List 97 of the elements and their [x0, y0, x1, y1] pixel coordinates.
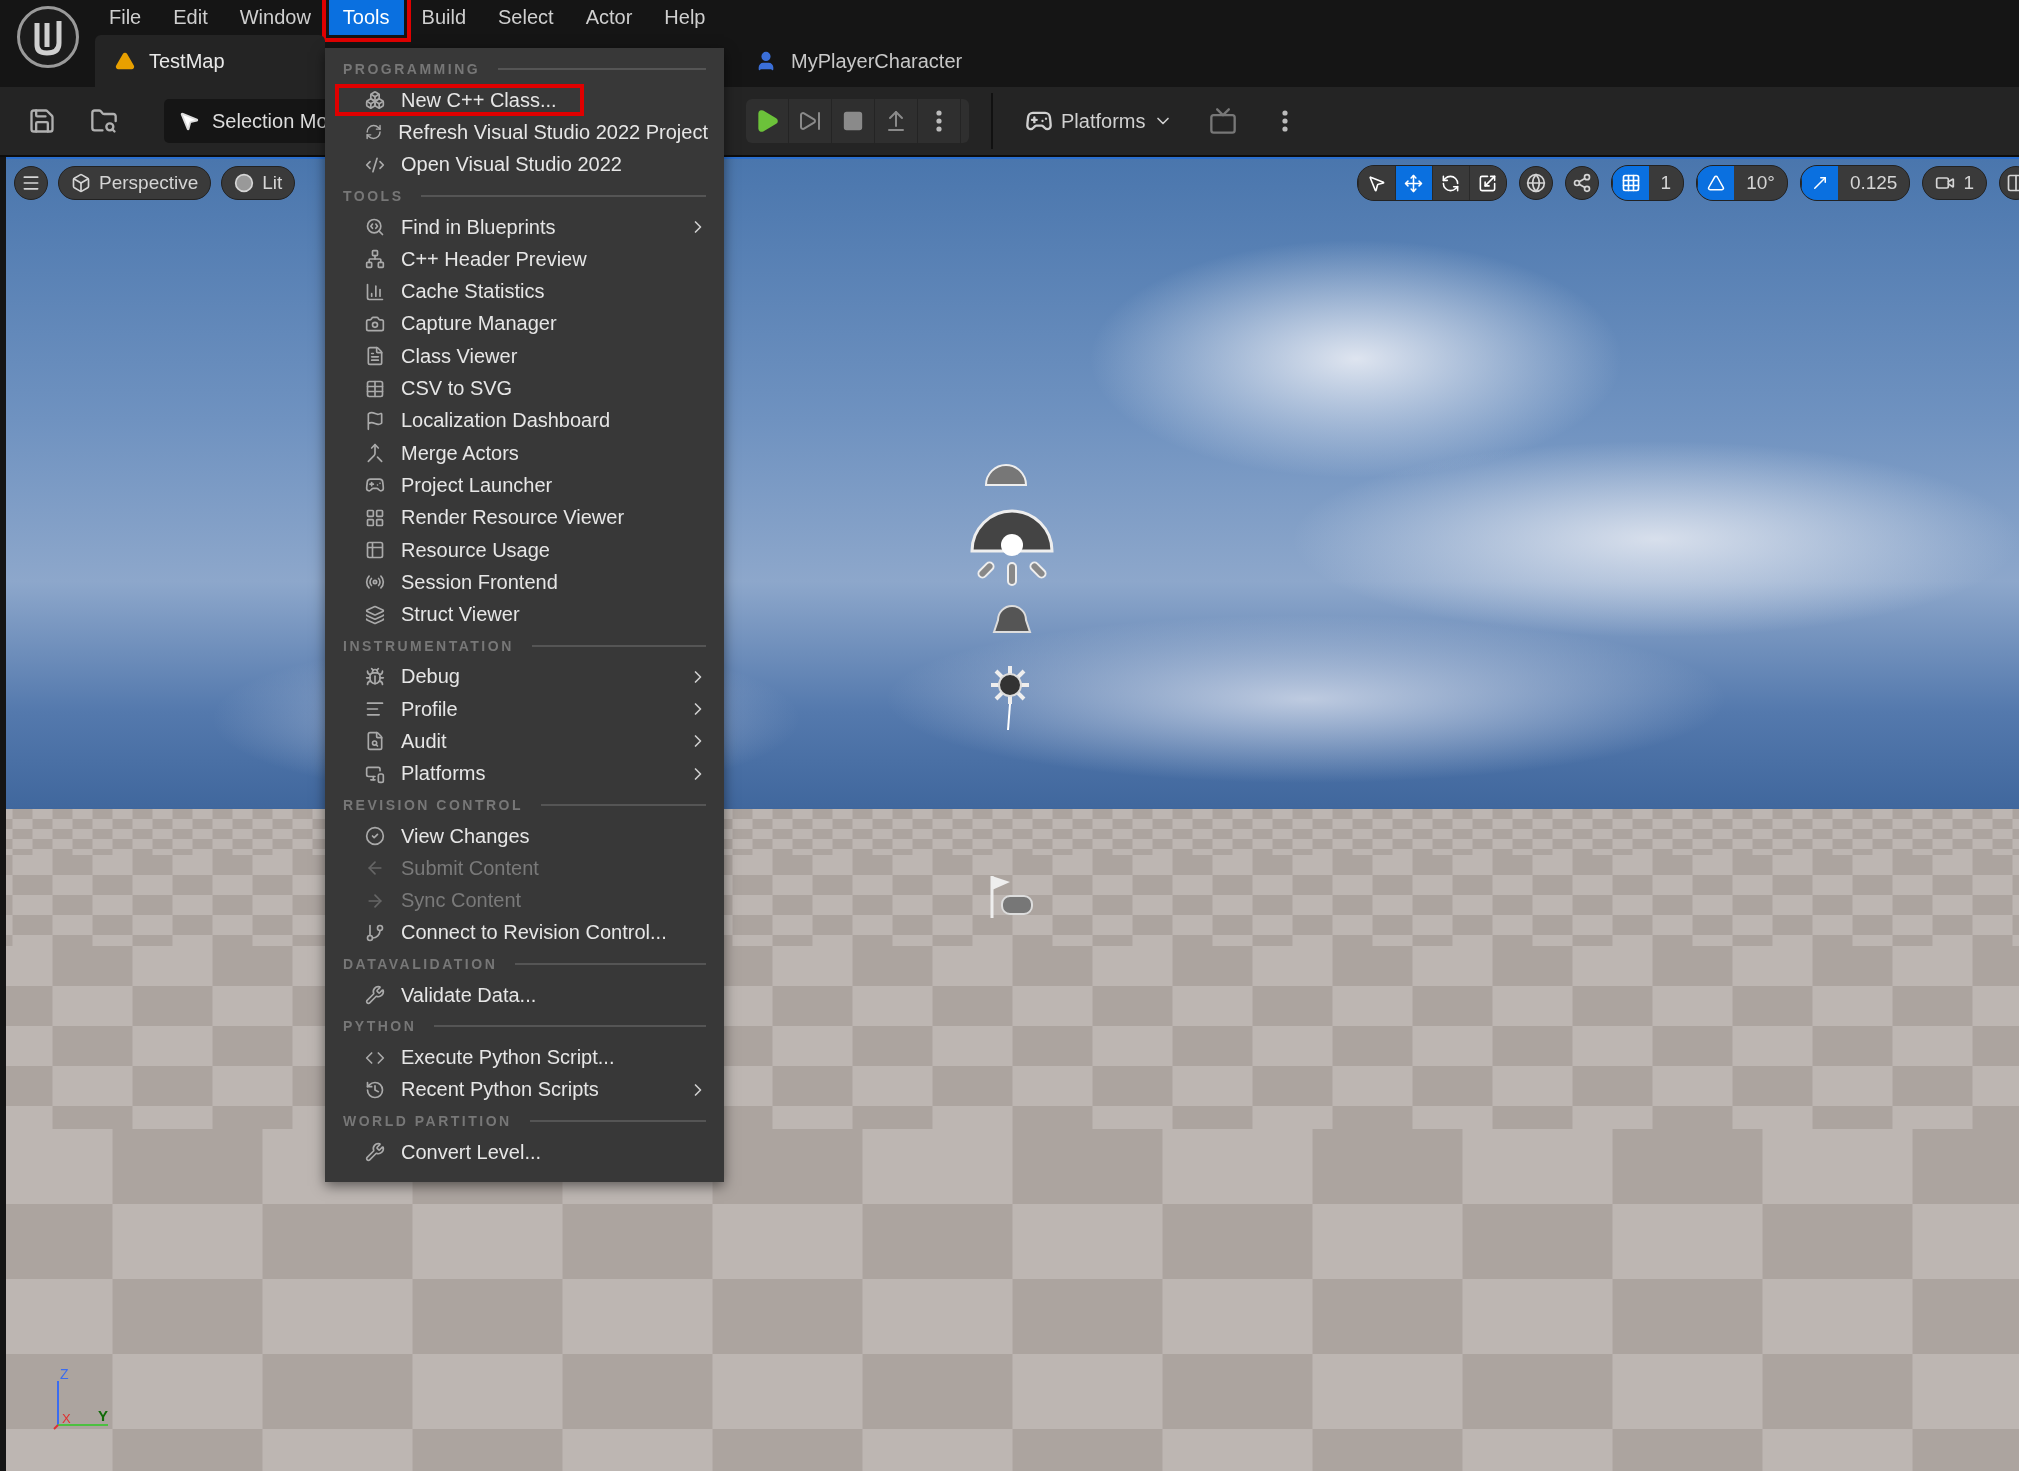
clock-icon [365, 1079, 385, 1100]
grid-icon [1620, 173, 1641, 193]
world-space-button[interactable] [1518, 166, 1553, 200]
snap-toggle[interactable] [1800, 166, 1838, 200]
folder-search-icon [90, 107, 118, 135]
snap-value[interactable]: 1 [1648, 166, 1684, 200]
menu-item[interactable]: Localization Dashboard [325, 404, 724, 437]
cube-icon [71, 173, 91, 193]
stop-icon [842, 110, 864, 132]
axis-gizmo-drawing: Z X Y [50, 1367, 114, 1431]
snap-toggle[interactable] [1611, 166, 1649, 200]
menu-item[interactable]: Debug [325, 660, 724, 694]
snap-value[interactable]: 0.125 [1837, 166, 1910, 200]
editor-tab[interactable]: MyPlayerCharacter [735, 35, 983, 87]
save-icon [28, 107, 56, 135]
perspective-button[interactable]: Perspective [58, 166, 212, 200]
menu-item[interactable]: Project Launcher [325, 469, 724, 502]
menu-item[interactable]: Render Resource Viewer [325, 501, 724, 534]
menu-item[interactable]: Class Viewer [325, 340, 724, 373]
bar-chart-icon [365, 281, 385, 302]
menu-item[interactable]: Find in Blueprints [325, 210, 724, 244]
bug-icon [365, 666, 385, 687]
file-search-icon [365, 731, 385, 752]
menu-item[interactable]: Platforms [325, 757, 724, 790]
section-header: DATAVALIDATION [343, 956, 498, 973]
sphere-icon [234, 173, 255, 193]
menu-item[interactable]: Audit [325, 725, 724, 758]
kebab-icon [936, 110, 942, 132]
player-start-icon [988, 874, 1034, 920]
menu-item[interactable]: Validate Data... [325, 979, 724, 1012]
menu-item[interactable]: View Changes [325, 819, 724, 853]
merge-icon [365, 443, 385, 464]
rotate-icon [1441, 173, 1461, 193]
viewport-menu-button[interactable] [14, 166, 48, 200]
angle-icon [1707, 174, 1726, 192]
menu-title[interactable]: Select [484, 0, 568, 35]
menu-item[interactable]: Execute Python Script... [325, 1041, 724, 1074]
menu-item[interactable]: Connect to Revision Control... [325, 916, 724, 950]
wrench-icon [365, 1142, 385, 1163]
menu-item[interactable]: Recent Python Scripts [325, 1073, 724, 1106]
table-icon [365, 540, 385, 560]
platforms-button[interactable]: Platforms [1015, 107, 1184, 135]
tv-icon [1209, 107, 1238, 135]
snap-toggle[interactable] [1697, 166, 1735, 200]
branch-icon [365, 922, 385, 943]
search-icon [365, 217, 385, 238]
section-header: PYTHON [343, 1018, 417, 1035]
kebab-icon [1282, 110, 1289, 132]
menu-icon [21, 173, 41, 193]
section-header: INSTRUMENTATION [343, 637, 514, 654]
table-icon [365, 378, 385, 399]
menu-item[interactable]: Struct Viewer [325, 598, 724, 631]
lit-button[interactable]: Lit [221, 166, 296, 200]
check-circle-icon [365, 826, 385, 847]
section-header: REVISION CONTROL [343, 796, 523, 813]
surface-snap-button[interactable] [1564, 166, 1599, 200]
menu-title[interactable]: File [95, 0, 156, 35]
document-icon [365, 346, 385, 367]
section-header: PROGRAMMING [343, 61, 481, 77]
menu-title[interactable]: Actor [571, 0, 647, 35]
menu-title[interactable]: Window [225, 0, 325, 35]
menu-item[interactable]: Cache Statistics [325, 275, 724, 308]
move-tool[interactable] [1394, 166, 1432, 200]
menu-item[interactable]: Resource Usage [325, 533, 724, 567]
editor-tab[interactable]: TestMap [95, 35, 325, 87]
nodes-icon [1571, 173, 1592, 193]
layers-icon [365, 604, 385, 625]
menu-item[interactable]: Profile [325, 693, 724, 726]
header-tree-icon [365, 249, 385, 270]
menu-title[interactable]: Help [650, 0, 720, 35]
menu-title[interactable]: Edit [159, 0, 222, 35]
globe-icon [1525, 173, 1546, 193]
flag-icon [365, 410, 385, 431]
menu-title[interactable]: Build [407, 0, 481, 35]
sky-light-icon [990, 602, 1034, 634]
move-icon [1404, 173, 1424, 193]
wrench-icon [365, 985, 385, 1006]
grid-icon [365, 507, 385, 528]
section-header: WORLD PARTITION [343, 1113, 512, 1129]
menu-item[interactable]: CSV to SVG [325, 372, 724, 405]
sky-dome-icon [984, 463, 1028, 487]
menu-item[interactable]: Session Frontend [325, 566, 724, 599]
scale-tool[interactable] [1468, 166, 1506, 200]
menu-item[interactable]: C++ Header Preview [325, 243, 724, 276]
menu-item[interactable]: Convert Level... [325, 1136, 724, 1169]
snap-value[interactable]: 10° [1734, 166, 1787, 200]
camera-speed-button[interactable]: 1 [1922, 166, 1987, 200]
scale-icon [1478, 173, 1498, 193]
class-box-icon [365, 90, 385, 111]
menu-item[interactable]: Open Visual Studio 2022 [325, 148, 724, 181]
pointer-icon [1367, 173, 1387, 193]
menu-item[interactable]: Capture Manager [325, 307, 724, 341]
section-header: TOOLS [343, 187, 404, 204]
menu-item[interactable]: Merge Actors [325, 436, 724, 470]
level-icon [115, 51, 135, 71]
step-icon [798, 109, 822, 133]
pointer-icon [178, 110, 200, 132]
